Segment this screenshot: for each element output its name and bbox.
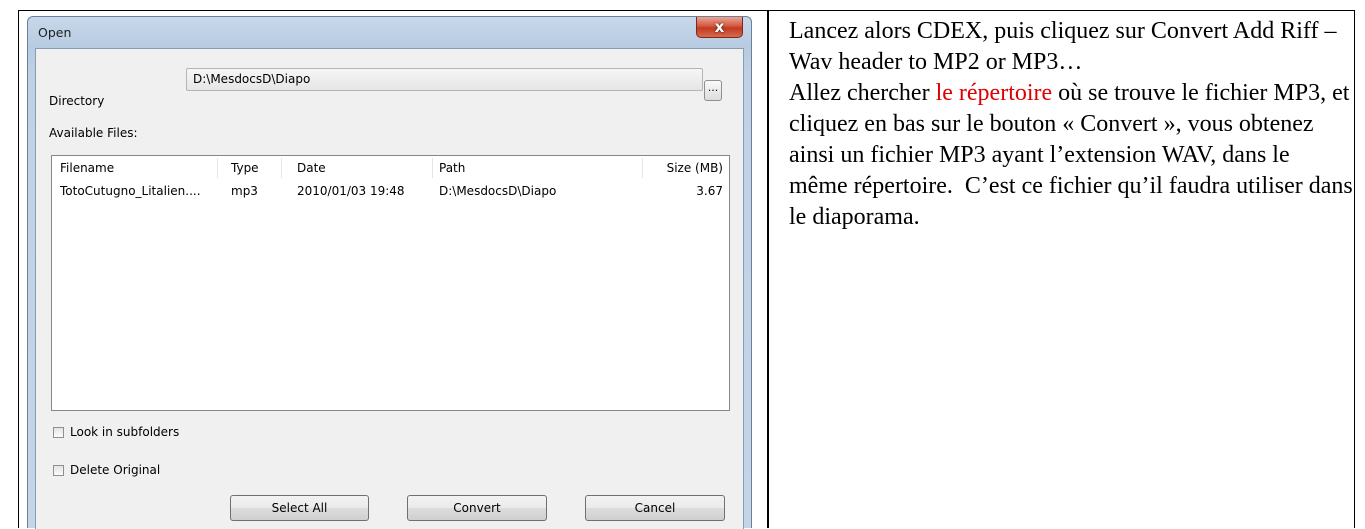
column-separator: [281, 158, 282, 178]
convert-button[interactable]: Convert: [407, 495, 547, 521]
open-dialog: Open x Directory D:\MesdocsD\Diapo ... A…: [27, 16, 752, 529]
look-in-subfolders-checkbox[interactable]: [53, 426, 64, 438]
column-header-type[interactable]: Type: [231, 161, 259, 175]
dialog-client-area: Directory D:\MesdocsD\Diapo ... Availabl…: [35, 48, 744, 529]
instruction-text-before: Allez chercher: [789, 80, 936, 106]
cell-filename: TotoCutugno_Litalien....: [60, 184, 201, 198]
close-icon: x: [714, 18, 725, 36]
cell-type: mp3: [231, 184, 258, 198]
cell-path: D:\MesdocsD\Diapo: [439, 184, 557, 198]
directory-label: Directory: [49, 94, 105, 108]
column-separator: [217, 158, 218, 178]
instructions-text: Lancez alors CDEX, puis cliquez sur Conv…: [789, 16, 1354, 233]
file-list[interactable]: Filename Type Date Path Size (MB) TotoCu…: [51, 155, 730, 411]
delete-original-option[interactable]: Delete Original: [53, 463, 160, 477]
directory-highlight: le répertoire: [935, 80, 1053, 106]
cancel-button[interactable]: Cancel: [585, 495, 725, 521]
dialog-title: Open: [38, 25, 72, 40]
table-cell-divider: [767, 10, 769, 528]
look-in-subfolders-option[interactable]: Look in subfolders: [53, 425, 179, 439]
browse-button[interactable]: ...: [704, 80, 722, 101]
column-separator: [642, 158, 643, 178]
column-separator: [432, 158, 433, 178]
column-header-filename[interactable]: Filename: [60, 161, 114, 175]
column-header-size[interactable]: Size (MB): [667, 161, 723, 175]
available-files-label: Available Files:: [49, 126, 138, 140]
column-header-date[interactable]: Date: [297, 161, 326, 175]
cell-date: 2010/01/03 19:48: [297, 184, 405, 198]
close-button[interactable]: x: [696, 17, 743, 38]
table-row[interactable]: TotoCutugno_Litalien.... mp3 2010/01/03 …: [52, 182, 729, 202]
delete-original-label: Delete Original: [70, 463, 161, 477]
instruction-paragraph-1: Lancez alors CDEX, puis cliquez sur Conv…: [789, 18, 1337, 75]
delete-original-checkbox[interactable]: [53, 464, 64, 476]
instruction-paragraph-2: Allez chercher le répertoire où se trouv…: [789, 78, 1354, 233]
look-in-subfolders-label: Look in subfolders: [70, 425, 180, 439]
cell-size: 3.67: [696, 184, 723, 198]
column-header-path[interactable]: Path: [439, 161, 465, 175]
directory-field[interactable]: D:\MesdocsD\Diapo: [186, 68, 703, 91]
file-list-header: Filename Type Date Path Size (MB): [52, 156, 729, 180]
select-all-button[interactable]: Select All: [230, 495, 369, 521]
